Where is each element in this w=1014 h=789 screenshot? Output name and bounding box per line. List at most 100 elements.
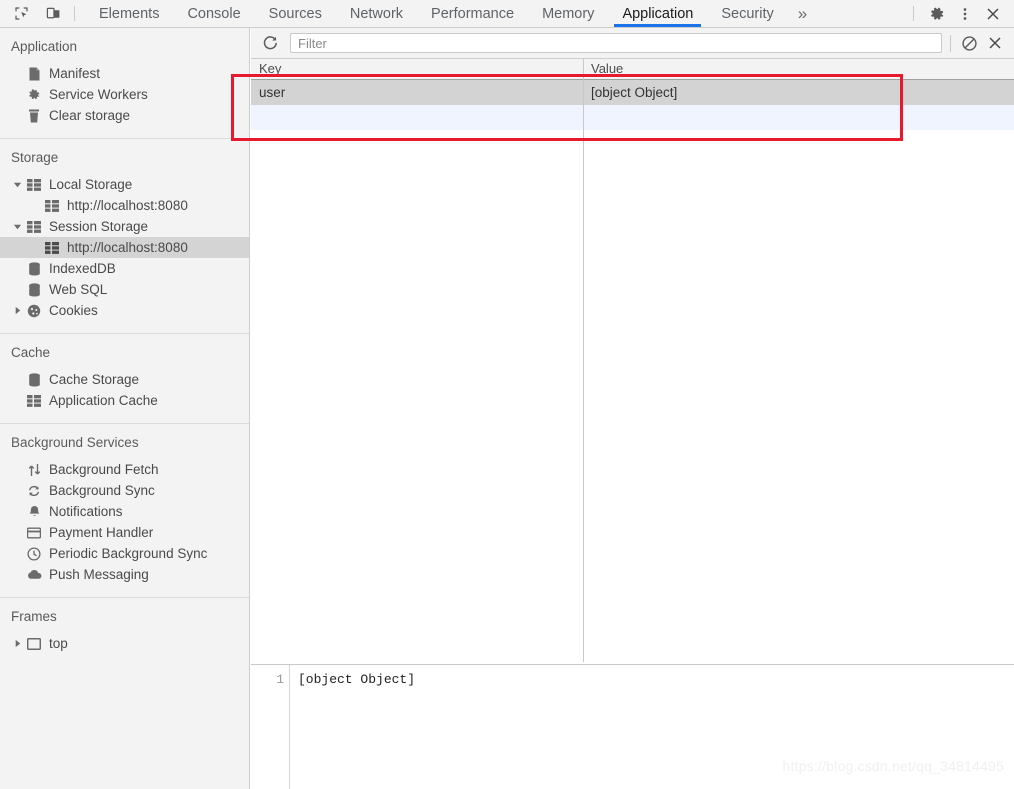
sidebar-item-cache-storage[interactable]: Cache Storage [0,369,249,390]
sidebar-item-label: top [49,636,68,651]
cell-key[interactable]: user [251,85,583,100]
cell-value[interactable]: [object Object] [583,85,1014,100]
sidebar-item-label: Session Storage [49,219,148,234]
sidebar-item-label: Service Workers [49,87,148,102]
sidebar-item-push-messaging[interactable]: Push Messaging [0,564,249,585]
chevron-right-icon[interactable] [12,305,23,316]
clock-icon [26,546,42,562]
sidebar-item-session-storage[interactable]: Session Storage [0,216,249,237]
sidebar-item-label: Application Cache [49,393,158,408]
sidebar-item-local-storage[interactable]: Local Storage [0,174,249,195]
column-resizer[interactable] [583,59,584,662]
sidebar-item-clear-storage[interactable]: Clear storage [0,105,249,126]
kebab-menu-icon[interactable] [952,1,978,27]
tab-elements[interactable]: Elements [85,0,173,27]
tab-label: Performance [431,6,514,22]
tab-label: Sources [269,6,322,22]
gear-glyph [929,6,945,22]
column-header-key[interactable]: Key [251,59,583,79]
filter-input[interactable] [290,33,942,53]
inspect-element-icon[interactable] [8,1,34,27]
sidebar-item-service-workers[interactable]: Service Workers [0,84,249,105]
tab-label: Network [350,6,403,22]
sidebar-item-label: Clear storage [49,108,130,123]
tab-sources[interactable]: Sources [255,0,336,27]
sidebar-section-frames-title: Frames [0,598,249,633]
line-number-gutter: 1 [251,665,290,789]
sidebar-item-label: http://localhost:8080 [67,198,188,213]
sidebar-item-label: Web SQL [49,282,107,297]
table-icon [26,219,42,235]
sidebar-item-cookies[interactable]: Cookies [0,300,249,321]
cloud-icon [26,567,42,583]
tab-label: Memory [542,6,594,22]
sidebar-section-background-services-title: Background Services [0,424,249,459]
sidebar-item-session-storage-origin[interactable]: http://localhost:8080 [0,237,249,258]
close-icon[interactable] [980,1,1006,27]
tab-console[interactable]: Console [173,0,254,27]
sidebar-item-label: Local Storage [49,177,132,192]
sidebar-item-notifications[interactable]: Notifications [0,501,249,522]
sidebar-item-label: Cookies [49,303,98,318]
chevron-right-icon[interactable] [12,638,23,649]
tab-security[interactable]: Security [707,0,787,27]
table-icon [44,198,60,214]
sidebar-item-web-sql[interactable]: Web SQL [0,279,249,300]
sidebar-item-label: Cache Storage [49,372,139,387]
sidebar-item-label: Notifications [49,504,123,519]
panel-tab-list: Elements Console Sources Network Perform… [81,0,911,27]
document-icon [26,66,42,82]
grid-header-row: Key Value [251,59,1014,80]
sidebar-item-manifest[interactable]: Manifest [0,63,249,84]
sidebar-item-label: IndexedDB [49,261,116,276]
chevron-down-icon[interactable] [12,221,23,232]
delete-entry-icon[interactable] [982,30,1008,56]
sidebar-item-local-storage-origin[interactable]: http://localhost:8080 [0,195,249,216]
inspect-element-glyph [14,6,29,21]
sidebar-item-label: Push Messaging [49,567,149,582]
application-sidebar: Application Manifest Service Workers Cle… [0,28,250,789]
chevron-down-icon[interactable] [12,179,23,190]
toolbar-divider [74,6,75,21]
sidebar-item-label: Manifest [49,66,100,81]
sidebar-item-background-fetch[interactable]: Background Fetch [0,459,249,480]
credit-card-icon [26,525,42,541]
table-row-new-entry[interactable] [251,105,1014,130]
refresh-icon[interactable] [257,30,283,56]
more-tabs-button[interactable]: » [788,0,817,27]
tab-label: Application [622,6,693,22]
tab-memory[interactable]: Memory [528,0,608,27]
close-glyph [987,35,1003,51]
sidebar-item-periodic-background-sync[interactable]: Periodic Background Sync [0,543,249,564]
tab-label: Security [721,6,773,22]
sidebar-item-label: http://localhost:8080 [67,240,188,255]
sidebar-item-background-sync[interactable]: Background Sync [0,480,249,501]
gear-icon[interactable] [924,1,950,27]
kebab-glyph [958,6,972,22]
sidebar-item-indexeddb[interactable]: IndexedDB [0,258,249,279]
sidebar-section-application-title: Application [0,28,249,63]
sidebar-item-label: Payment Handler [49,525,153,540]
sidebar-item-payment-handler[interactable]: Payment Handler [0,522,249,543]
table-icon [44,240,60,256]
column-header-value[interactable]: Value [583,59,1014,79]
sidebar-item-frame-top[interactable]: top [0,633,249,654]
device-toolbar-icon[interactable] [40,1,66,27]
table-icon [26,393,42,409]
database-icon [26,261,42,277]
sidebar-item-label: Periodic Background Sync [49,546,207,561]
no-entry-glyph [961,35,978,52]
tab-application[interactable]: Application [608,0,707,27]
tab-performance[interactable]: Performance [417,0,528,27]
device-toolbar-glyph [46,6,61,21]
sidebar-item-application-cache[interactable]: Application Cache [0,390,249,411]
storage-data-grid: Key Value user [object Object] [251,59,1014,662]
storage-main-panel: Key Value user [object Object] 1 [object… [251,28,1014,789]
updown-arrows-icon [26,462,42,478]
toolbar-divider-right [913,6,914,21]
table-row[interactable]: user [object Object] [251,80,1014,105]
gear-icon [26,87,42,103]
no-entry-icon[interactable] [956,30,982,56]
database-icon [26,372,42,388]
tab-network[interactable]: Network [336,0,417,27]
